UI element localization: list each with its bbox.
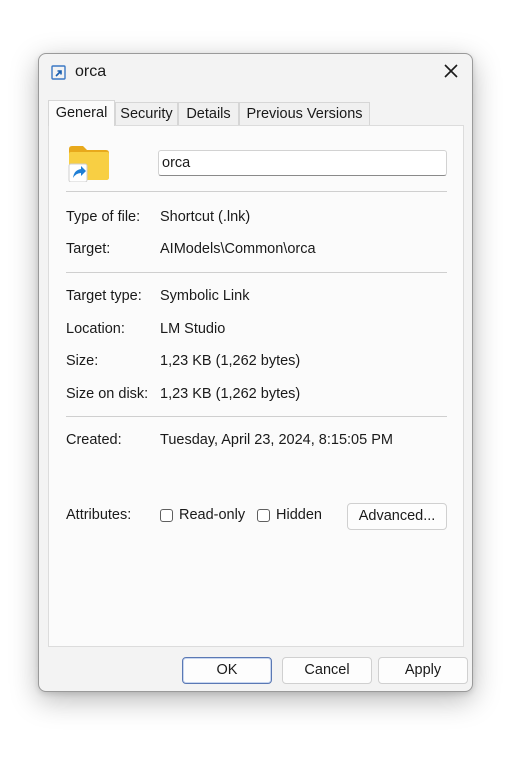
tab-details[interactable]: Details [178,102,239,125]
shortcut-icon [51,65,67,81]
location-label: Location: [66,321,125,337]
size-value: 1,23 KB (1,262 bytes) [160,353,301,369]
tab-general[interactable]: General [48,100,115,126]
properties-dialog: orca General Security Details Previous V… [38,53,473,692]
size-label: Size: [66,353,99,369]
type-of-file-value: Shortcut (.lnk) [160,209,251,225]
read-only-checkbox[interactable] [160,509,173,522]
apply-button[interactable]: Apply [378,657,468,684]
divider [66,272,447,273]
target-label: Target: [66,241,111,257]
size-on-disk-value: 1,23 KB (1,262 bytes) [160,386,301,402]
divider [66,191,447,192]
size-on-disk-label: Size on disk: [66,386,149,402]
divider [66,416,447,417]
general-panel: Type of file: Shortcut (.lnk) Target: AI… [48,125,464,647]
read-only-label[interactable]: Read-only [179,507,245,523]
cancel-button[interactable]: Cancel [282,657,372,684]
attributes-label: Attributes: [66,507,132,523]
window-title: orca [75,63,107,80]
created-value: Tuesday, April 23, 2024, 8:15:05 PM [160,432,393,448]
hidden-label[interactable]: Hidden [276,507,322,523]
advanced-button[interactable]: Advanced... [347,503,447,530]
ok-button[interactable]: OK [182,657,272,684]
tab-security[interactable]: Security [115,102,178,125]
created-label: Created: [66,432,122,448]
close-icon [444,63,458,83]
target-value: AIModels\Common\orca [160,241,316,257]
location-value: LM Studio [160,321,226,337]
type-of-file-label: Type of file: [66,209,141,225]
folder-shortcut-icon [68,144,110,183]
target-type-value: Symbolic Link [160,288,250,304]
title-bar[interactable]: orca [39,54,472,94]
close-button[interactable] [436,58,466,88]
tab-previous-versions[interactable]: Previous Versions [239,102,370,125]
target-type-label: Target type: [66,288,142,304]
name-field[interactable] [158,150,447,176]
hidden-checkbox[interactable] [257,509,270,522]
